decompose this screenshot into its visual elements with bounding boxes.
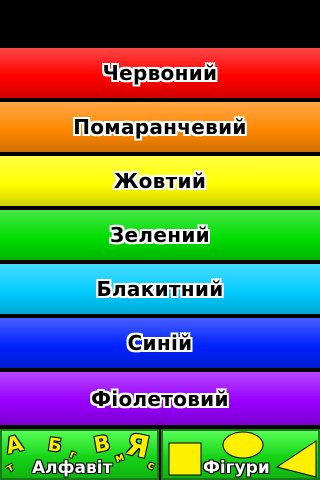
letter-te-icon: т [4, 460, 17, 475]
color-button-blue[interactable]: Синій [0, 318, 320, 368]
color-label: Зелений [110, 223, 210, 247]
color-button-green[interactable]: Зелений [0, 210, 320, 260]
circle-icon [222, 431, 264, 459]
color-button-orange[interactable]: Помаранчевий [0, 102, 320, 152]
status-bar [0, 0, 320, 48]
color-label: Помаранчевий [73, 115, 247, 139]
letter-ve-icon: В [92, 430, 112, 458]
color-label: Синій [127, 331, 193, 355]
color-list: Червоний Помаранчевий Жовтий Зелений Бла… [0, 48, 320, 429]
color-label: Фіолетовий [91, 386, 229, 411]
app-screen: Червоний Помаранчевий Жовтий Зелений Бла… [0, 0, 320, 480]
letter-be-icon: Б [46, 434, 64, 457]
color-label: Червоний [102, 61, 218, 85]
letter-ya-icon: Я [122, 429, 153, 467]
letter-es-icon: с [145, 458, 157, 473]
triangle-icon [275, 440, 317, 478]
color-button-light-blue[interactable]: Блакитний [0, 264, 320, 314]
shapes-button[interactable]: Фігури [161, 429, 320, 480]
color-button-red[interactable]: Червоний [0, 48, 320, 98]
bottom-navigation: А Б В Я г м т с Алфавіт Фігури [0, 429, 320, 480]
color-button-yellow[interactable]: Жовтий [0, 156, 320, 206]
square-icon [168, 442, 202, 476]
color-button-violet[interactable]: Фіолетовий [0, 372, 320, 425]
alphabet-button[interactable]: А Б В Я г м т с Алфавіт [0, 429, 159, 480]
color-label: Блакитний [96, 277, 224, 301]
letter-a-icon: А [3, 431, 26, 460]
alphabet-label: Алфавіт [32, 458, 113, 478]
color-label: Жовтий [113, 169, 207, 193]
shapes-label: Фігури [203, 458, 270, 478]
